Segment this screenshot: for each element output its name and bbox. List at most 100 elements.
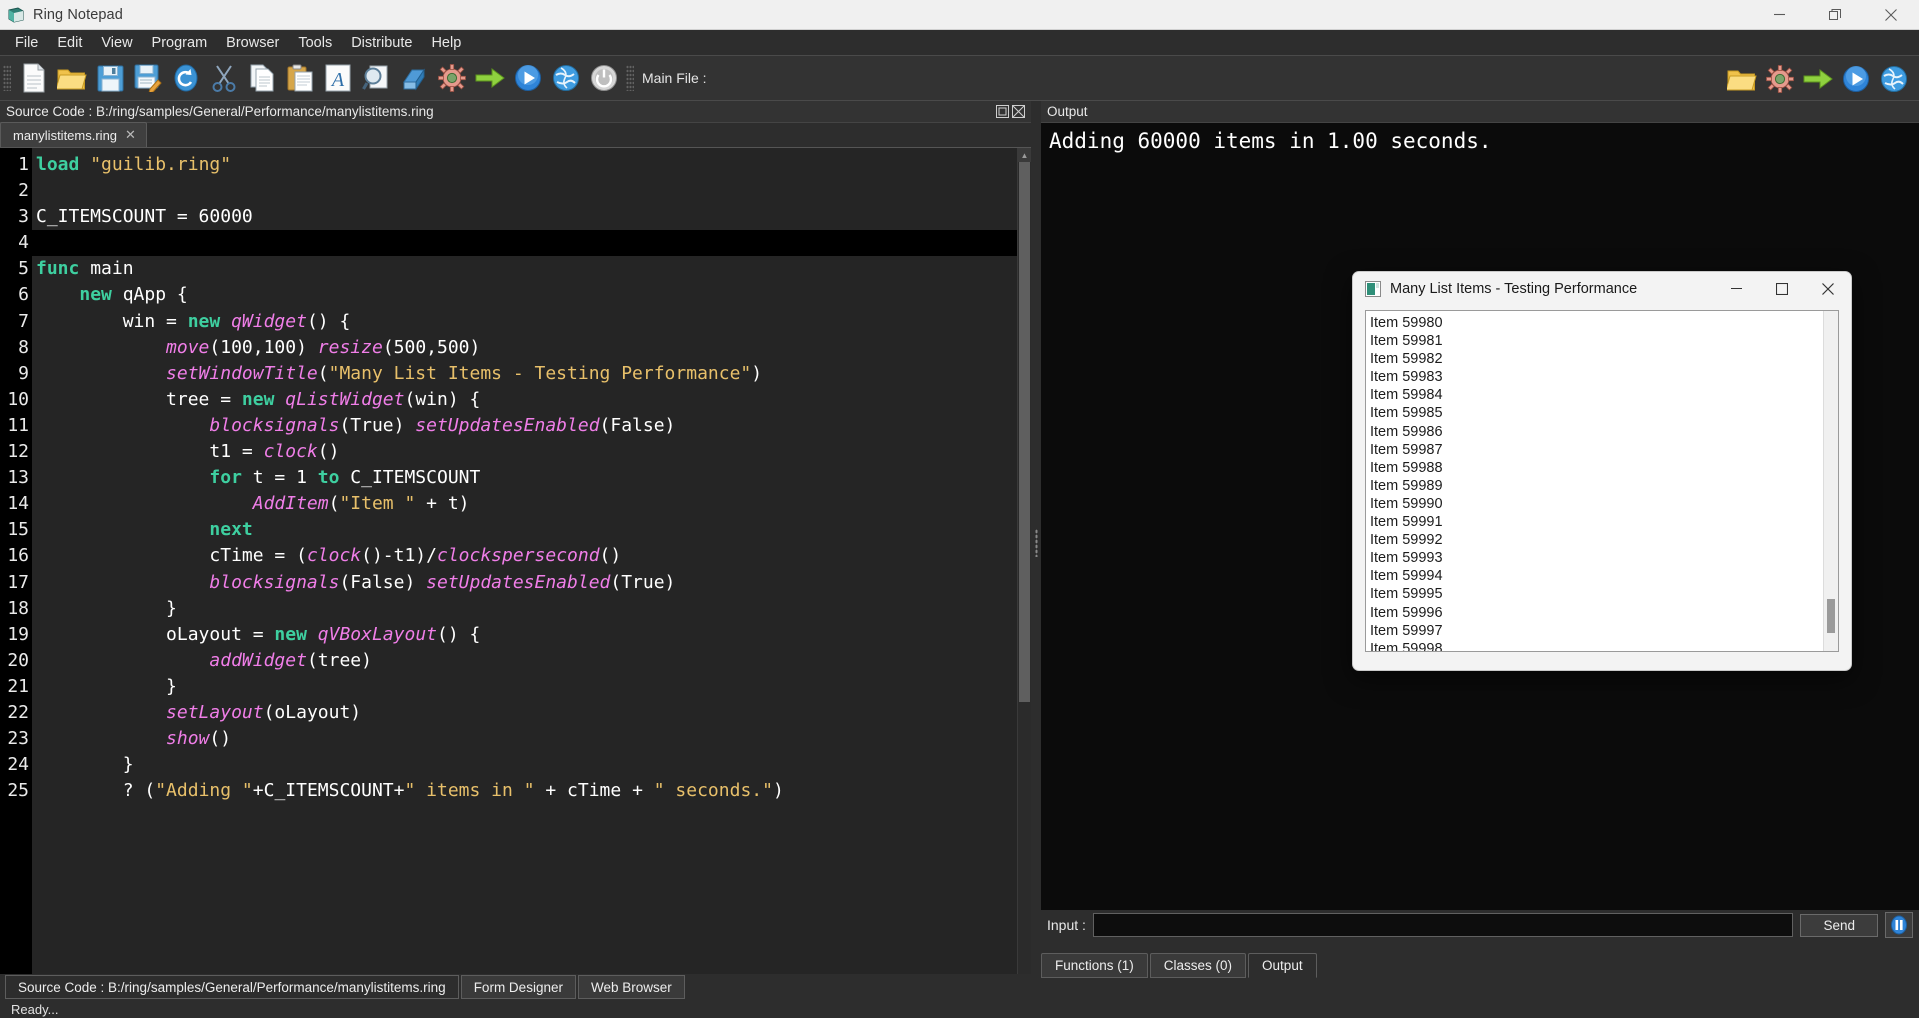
child-list-scrollbar-thumb[interactable] (1827, 599, 1835, 633)
cut-icon[interactable] (205, 58, 243, 98)
menu-item-program[interactable]: Program (143, 32, 217, 54)
run-icon[interactable] (509, 58, 547, 98)
toolbar-grip[interactable] (3, 65, 11, 91)
code-line[interactable]: win = new qWidget() { (32, 309, 1031, 335)
save-icon[interactable] (91, 58, 129, 98)
child-window-many-list-items[interactable]: Many List Items - Testing Performance It… (1352, 271, 1852, 671)
list-item[interactable]: Item 59980 (1370, 314, 1823, 332)
tab-classes[interactable]: Classes (0) (1149, 953, 1247, 978)
close-icon[interactable] (1012, 105, 1025, 118)
print-icon[interactable] (395, 58, 433, 98)
code-line[interactable]: setLayout(oLayout) (32, 700, 1031, 726)
code-line[interactable]: show() (32, 726, 1031, 752)
font-icon[interactable]: A (319, 58, 357, 98)
list-item[interactable]: Item 59984 (1370, 386, 1823, 404)
child-close-button[interactable] (1805, 272, 1851, 305)
list-item[interactable]: Item 59985 (1370, 404, 1823, 422)
child-window-list[interactable]: Item 59980 Item 59981 Item 59982 Item 59983… (1365, 310, 1839, 652)
code-line[interactable]: oLayout = new qVBoxLayout() { (32, 622, 1031, 648)
send-button[interactable]: Send (1800, 913, 1878, 937)
save-as-icon[interactable] (129, 58, 167, 98)
editor-tab-close-icon[interactable]: ✕ (125, 127, 136, 143)
code-line[interactable]: setWindowTitle("Many List Items - Testin… (32, 361, 1031, 387)
window-restore-button[interactable] (1807, 0, 1863, 30)
code-line[interactable]: load "guilib.ring" (32, 152, 1031, 178)
menu-item-distribute[interactable]: Distribute (342, 32, 421, 54)
code-line[interactable] (32, 178, 1031, 204)
code-line[interactable]: ? ("Adding "+C_ITEMSCOUNT+" items in " +… (32, 778, 1031, 804)
child-window-title-bar[interactable]: Many List Items - Testing Performance (1353, 272, 1851, 305)
child-maximize-button[interactable] (1759, 272, 1805, 305)
project-run-icon[interactable] (1837, 59, 1875, 99)
bottom-tab-source-code[interactable]: Source Code : B:/ring/samples/General/Pe… (5, 975, 459, 999)
code-line[interactable]: } (32, 674, 1031, 700)
list-item[interactable]: Item 59989 (1370, 477, 1823, 495)
menu-item-edit[interactable]: Edit (48, 32, 91, 54)
editor-scrollbar-thumb[interactable] (1019, 162, 1030, 702)
code-line[interactable]: tree = new qListWidget(win) { (32, 387, 1031, 413)
project-settings-icon[interactable] (1761, 59, 1799, 99)
pause-icon[interactable] (1885, 912, 1913, 938)
code-line[interactable]: move(100,100) resize(500,500) (32, 335, 1031, 361)
project-web-icon[interactable] (1875, 59, 1913, 99)
settings-icon[interactable] (433, 58, 471, 98)
menu-item-file[interactable]: File (6, 32, 47, 54)
menu-item-browser[interactable]: Browser (217, 32, 288, 54)
editor-vertical-scrollbar[interactable]: ▲ (1017, 148, 1031, 984)
find-icon[interactable] (357, 58, 395, 98)
code-editor[interactable]: 1 2 3 4 5 6 7 8 9 10 11 12 13 14 15 16 17 18 19 20 21 22 23 24 2… (0, 148, 1031, 984)
list-item[interactable]: Item 59991 (1370, 513, 1823, 531)
open-file-icon[interactable] (53, 58, 91, 98)
code-line[interactable]: cTime = (clock()-t1)/clockspersecond() (32, 543, 1031, 569)
float-icon[interactable] (996, 105, 1009, 118)
undo-icon[interactable] (167, 58, 205, 98)
code-line[interactable]: t1 = clock() (32, 439, 1031, 465)
code-text-area[interactable]: load "guilib.ring" C_ITEMSCOUNT = 60000 … (32, 148, 1031, 984)
new-file-icon[interactable] (15, 58, 53, 98)
code-line[interactable]: addWidget(tree) (32, 648, 1031, 674)
list-item[interactable]: Item 59983 (1370, 368, 1823, 386)
list-item[interactable]: Item 59987 (1370, 441, 1823, 459)
list-item[interactable]: Item 59992 (1370, 531, 1823, 549)
pane-splitter[interactable] (1031, 101, 1041, 984)
bottom-tab-form-designer[interactable]: Form Designer (460, 975, 576, 999)
paste-icon[interactable] (281, 58, 319, 98)
code-line[interactable]: new qApp { (32, 282, 1031, 308)
scroll-up-arrow-icon[interactable]: ▲ (1018, 148, 1031, 162)
list-item[interactable]: Item 59994 (1370, 567, 1823, 585)
menu-item-tools[interactable]: Tools (289, 32, 341, 54)
web-icon[interactable] (547, 58, 585, 98)
editor-tab-manylistitems[interactable]: manylistitems.ring ✕ (0, 122, 147, 147)
input-field[interactable] (1092, 913, 1794, 937)
code-line[interactable]: AddItem("Item " + t) (32, 491, 1031, 517)
project-goto-icon[interactable] (1799, 59, 1837, 99)
code-line[interactable]: func main (32, 256, 1031, 282)
code-line[interactable]: for t = 1 to C_ITEMSCOUNT (32, 465, 1031, 491)
code-line[interactable]: next (32, 517, 1031, 543)
child-minimize-button[interactable] (1713, 272, 1759, 305)
list-item[interactable]: Item 59998 (1370, 640, 1823, 651)
open-project-icon[interactable] (1723, 59, 1761, 99)
list-item[interactable]: Item 59993 (1370, 549, 1823, 567)
code-line[interactable]: C_ITEMSCOUNT = 60000 (32, 204, 1031, 230)
power-icon[interactable] (585, 58, 623, 98)
code-line[interactable]: } (32, 596, 1031, 622)
list-item[interactable]: Item 59997 (1370, 622, 1823, 640)
list-item[interactable]: Item 59986 (1370, 423, 1823, 441)
code-line[interactable]: } (32, 752, 1031, 778)
tab-output[interactable]: Output (1248, 953, 1317, 978)
code-line[interactable] (32, 230, 1031, 257)
code-line[interactable]: blocksignals(False) setUpdatesEnabled(Tr… (32, 570, 1031, 596)
window-minimize-button[interactable] (1751, 0, 1807, 30)
goto-icon[interactable] (471, 58, 509, 98)
tab-functions[interactable]: Functions (1) (1041, 953, 1148, 978)
list-item[interactable]: Item 59996 (1370, 604, 1823, 622)
list-item[interactable]: Item 59988 (1370, 459, 1823, 477)
list-item[interactable]: Item 59995 (1370, 585, 1823, 603)
mainfile-grip[interactable] (626, 65, 634, 91)
copy-icon[interactable] (243, 58, 281, 98)
bottom-tab-web-browser[interactable]: Web Browser (577, 975, 685, 999)
list-item[interactable]: Item 59981 (1370, 332, 1823, 350)
window-close-button[interactable] (1863, 0, 1919, 30)
menu-item-view[interactable]: View (92, 32, 141, 54)
